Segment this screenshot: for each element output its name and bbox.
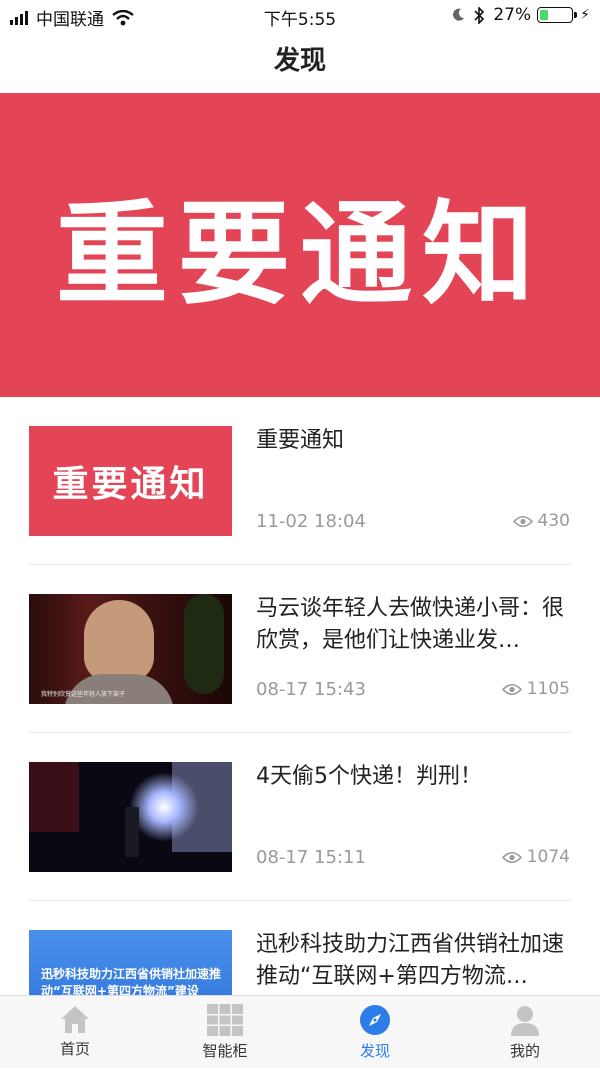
eye-icon [501, 851, 522, 863]
tab-me[interactable]: 我的 [450, 996, 600, 1068]
news-item[interactable]: 4天偷5个快递！判刑！ 08-17 15:11 1074 [0, 733, 600, 901]
plant-decoration [184, 594, 224, 694]
tab-bar: 首页 智能柜 发现 我的 [0, 995, 600, 1068]
tab-label: 我的 [509, 1042, 540, 1060]
news-thumbnail: 我特别欣赏这些年轻人放下架子 [29, 594, 232, 704]
news-thumbnail: 重要通知 [29, 426, 232, 536]
news-title: 迅秒科技助力江西省供销社加速推动“互联网+第四方物流… [256, 932, 565, 989]
bluetooth-icon [474, 6, 485, 24]
building-shape [29, 762, 79, 832]
tab-home[interactable]: 首页 [0, 996, 150, 1068]
home-icon [61, 1006, 89, 1033]
compass-icon [360, 1005, 390, 1035]
news-item[interactable]: 重要通知 重要通知 11-02 18:04 430 [0, 397, 600, 565]
view-count: 1074 [526, 847, 570, 867]
news-views: 430 [512, 511, 570, 531]
tab-label: 首页 [59, 1040, 90, 1058]
news-title: 4天偷5个快递！判刑！ [256, 764, 482, 789]
banner[interactable]: 重要通知 [0, 93, 600, 397]
page-title: 发现 [273, 46, 326, 76]
status-time: 下午5:55 [263, 10, 337, 30]
video-caption: 我特别欣赏这些年轻人放下架子 [41, 691, 126, 698]
tab-label: 发现 [359, 1042, 390, 1060]
banner-text: 重要通知 [56, 190, 544, 320]
news-date: 08-17 15:43 [256, 679, 366, 700]
news-date: 08-17 15:11 [256, 847, 366, 868]
person-photo [84, 600, 154, 682]
status-bar: 中国联通 下午5:55 27% ⚡ [0, 0, 600, 32]
battery-percent: 27% [493, 5, 532, 25]
tab-smart-locker[interactable]: 智能柜 [150, 996, 300, 1068]
news-title: 马云谈年轻人去做快递小哥：很欣赏，是他们让快递业发… [256, 596, 565, 653]
light-glow [129, 772, 199, 842]
eye-icon [501, 683, 522, 695]
grid-icon [207, 1004, 243, 1036]
news-item[interactable]: 我特别欣赏这些年轻人放下架子 马云谈年轻人去做快递小哥：很欣赏，是他们让快递业发… [0, 565, 600, 733]
news-title: 重要通知 [256, 428, 345, 453]
news-list: 重要通知 重要通知 11-02 18:04 430 我特别欣赏这些年轻人放下架子… [0, 397, 600, 1069]
tab-label: 智能柜 [202, 1042, 248, 1060]
user-icon [511, 1006, 539, 1036]
tab-discover[interactable]: 发现 [300, 996, 450, 1068]
eye-icon [512, 515, 533, 527]
charging-icon: ⚡ [580, 7, 590, 23]
thumbnail-text: 重要通知 [52, 464, 209, 505]
person-figure [125, 807, 139, 857]
news-views: 1105 [501, 679, 570, 699]
news-thumbnail [29, 762, 232, 872]
view-count: 1105 [526, 679, 570, 699]
view-count: 430 [537, 511, 570, 531]
battery-icon [537, 7, 578, 23]
moon-icon [453, 8, 465, 21]
news-date: 11-02 18:04 [256, 511, 366, 532]
news-views: 1074 [501, 847, 570, 867]
